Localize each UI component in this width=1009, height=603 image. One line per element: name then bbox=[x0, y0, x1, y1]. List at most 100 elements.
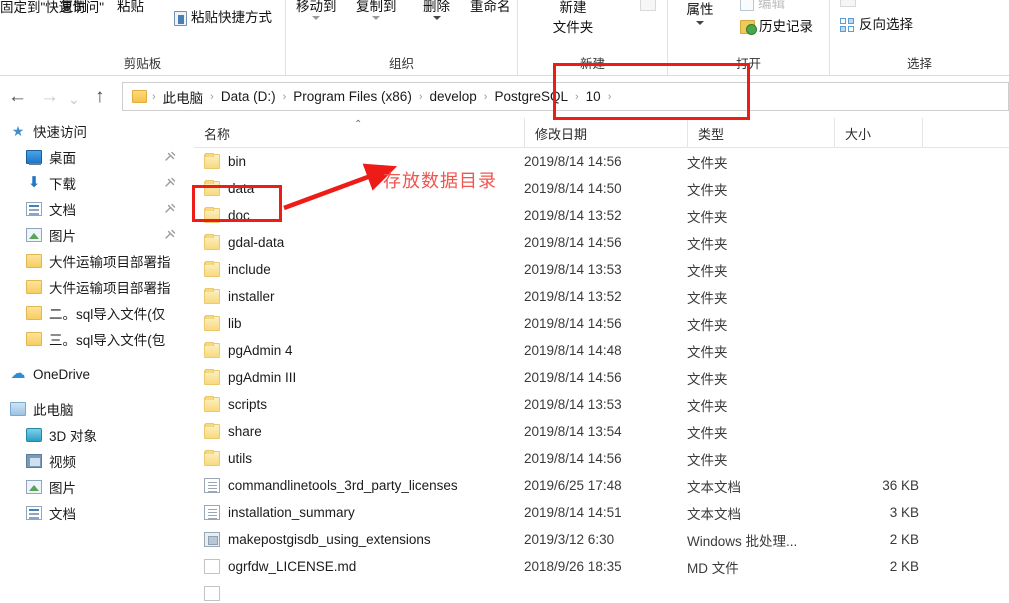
table-row[interactable]: commandlinetools_3rd_party_licenses 2019/… bbox=[194, 472, 1009, 499]
documents-icon bbox=[26, 506, 42, 520]
ribbon-group-label-organize: 组织 bbox=[388, 57, 414, 71]
breadcrumb-separator: › bbox=[483, 90, 488, 103]
chevron-down-icon[interactable] bbox=[696, 21, 704, 25]
ribbon-group-clipboard: 固定到"快速访问" 复制 粘贴 粘贴快捷方式 剪贴板 bbox=[0, 0, 286, 75]
ribbon-delete[interactable]: 删除 bbox=[423, 0, 450, 20]
folder-icon bbox=[204, 342, 220, 358]
table-row[interactable]: pgAdmin III 2019/8/14 14:56 文件夹 bbox=[194, 364, 1009, 391]
breadcrumb-item-data-d[interactable]: Data (D:) bbox=[217, 89, 280, 104]
folder-icon bbox=[204, 180, 220, 196]
column-header-size[interactable]: 大小 bbox=[834, 118, 922, 148]
table-row[interactable]: ogrfdw_LICENSE.md 2018/9/26 18:35 MD 文件 2 K… bbox=[194, 553, 1009, 580]
table-row[interactable]: installer 2019/8/14 13:52 文件夹 bbox=[194, 283, 1009, 310]
folder-icon bbox=[26, 280, 42, 294]
sidebar-item-label: 大件运输项目部署指 bbox=[49, 281, 171, 296]
ribbon-copy[interactable]: 复制 bbox=[60, 0, 87, 15]
table-row[interactable]: pgAdmin 4 2019/8/14 14:48 文件夹 bbox=[194, 337, 1009, 364]
file-name-cell: installation_summary bbox=[204, 499, 519, 526]
table-row[interactable]: doc 2019/8/14 13:52 文件夹 bbox=[194, 202, 1009, 229]
ribbon-move-to[interactable]: 移动到 bbox=[296, 0, 337, 20]
ribbon-history[interactable]: 历史记录 bbox=[740, 18, 813, 36]
ribbon-invert-selection[interactable]: 反向选择 bbox=[840, 16, 913, 33]
table-row[interactable]: gdal-data 2019/8/14 14:56 文件夹 bbox=[194, 229, 1009, 256]
pin-icon[interactable] bbox=[164, 151, 176, 163]
breadcrumb-item-postgresql[interactable]: PostgreSQL bbox=[490, 89, 572, 104]
file-size-cell bbox=[834, 175, 919, 202]
ribbon-copy-to[interactable]: 复制到 bbox=[356, 0, 397, 20]
table-row[interactable]: installation_summary 2019/8/14 14:51 文本文档 3… bbox=[194, 499, 1009, 526]
sidebar-item-1[interactable]: 桌面 bbox=[0, 144, 194, 170]
ribbon-paste[interactable]: 粘贴 bbox=[117, 0, 144, 15]
forward-button[interactable]: → bbox=[40, 87, 59, 106]
file-type-cell: 文件夹 bbox=[687, 398, 728, 414]
back-button[interactable]: ← bbox=[8, 87, 27, 106]
sidebar-item-label: 文档 bbox=[49, 203, 76, 218]
file-type-cell: Windows 批处理... bbox=[687, 533, 798, 549]
file-type-cell: 文件夹 bbox=[687, 236, 728, 252]
column-header-spacer bbox=[922, 118, 1009, 148]
ribbon-properties[interactable]: 属性 bbox=[676, 0, 724, 25]
breadcrumb-separator: › bbox=[418, 90, 423, 103]
column-header-type[interactable]: 类型 bbox=[687, 118, 834, 148]
breadcrumb-separator: › bbox=[282, 90, 287, 103]
sidebar-item-13[interactable]: 图片 bbox=[0, 474, 194, 500]
chevron-down-icon[interactable] bbox=[432, 16, 441, 20]
move-to-label: 移动到 bbox=[296, 0, 337, 14]
sidebar-item-12[interactable]: 视频 bbox=[0, 448, 194, 474]
ribbon-group-new: 新建 文件夹 新建 bbox=[518, 0, 668, 75]
column-header-name[interactable]: 名称 ⌃ bbox=[194, 118, 524, 148]
sidebar-item-8[interactable]: 三。sql导入文件(包 bbox=[0, 326, 194, 352]
column-header-date[interactable]: 修改日期 bbox=[524, 118, 687, 148]
sidebar-item-10[interactable]: 此电脑 bbox=[0, 396, 194, 422]
file-name-cell: pgAdmin III bbox=[204, 364, 519, 391]
file-size-cell bbox=[834, 310, 919, 337]
breadcrumb-item-develop[interactable]: develop bbox=[425, 89, 480, 104]
breadcrumb-separator[interactable]: › bbox=[605, 91, 615, 103]
table-row[interactable]: include 2019/8/14 13:53 文件夹 bbox=[194, 256, 1009, 283]
table-row[interactable]: scripts 2019/8/14 13:53 文件夹 bbox=[194, 391, 1009, 418]
sidebar-item-2[interactable]: ⬇ 下载 bbox=[0, 170, 194, 196]
ribbon-edit[interactable]: 编辑 bbox=[740, 0, 785, 12]
table-row[interactable]: bin 2019/8/14 14:56 文件夹 bbox=[194, 148, 1009, 175]
sidebar-item-6[interactable]: 大件运输项目部署指 bbox=[0, 274, 194, 300]
table-row[interactable]: data 2019/8/14 14:50 文件夹 bbox=[194, 175, 1009, 202]
table-row[interactable] bbox=[194, 580, 1009, 603]
table-row[interactable]: makepostgisdb_using_extensions 2019/3/12 … bbox=[194, 526, 1009, 553]
sidebar-item-14[interactable]: 文档 bbox=[0, 500, 194, 526]
table-row[interactable]: lib 2019/8/14 14:56 文件夹 bbox=[194, 310, 1009, 337]
chevron-down-icon[interactable] bbox=[312, 16, 321, 20]
sidebar-item-7[interactable]: 二。sql导入文件(仅 bbox=[0, 300, 194, 326]
ribbon-rename[interactable]: 重命名 bbox=[470, 0, 511, 15]
recent-locations-button[interactable]: ⌄ bbox=[68, 90, 80, 109]
file-date-cell: 2019/8/14 14:56 bbox=[524, 154, 622, 169]
ribbon-group-organize: 移动到 复制到 删除 重命名 组织 bbox=[286, 0, 518, 75]
sidebar-item-0[interactable]: ★ 快速访问 bbox=[0, 118, 194, 144]
ribbon-new-folder[interactable]: 新建 文件夹 bbox=[518, 0, 628, 38]
table-row[interactable]: share 2019/8/14 13:54 文件夹 bbox=[194, 418, 1009, 445]
file-size-cell bbox=[834, 256, 919, 283]
file-name-label: gdal-data bbox=[228, 235, 285, 250]
sidebar-item-4[interactable]: 图片 bbox=[0, 222, 194, 248]
pin-icon[interactable] bbox=[164, 177, 176, 189]
folder-icon bbox=[204, 288, 220, 304]
pin-icon[interactable] bbox=[164, 203, 176, 215]
ribbon-paste-shortcut[interactable]: 粘贴快捷方式 bbox=[174, 9, 272, 26]
breadcrumb-item-this-pc[interactable]: 此电脑 bbox=[159, 87, 208, 107]
up-button[interactable]: ↑ bbox=[95, 87, 105, 106]
file-size-cell bbox=[834, 391, 919, 418]
pin-icon[interactable] bbox=[164, 229, 176, 241]
sidebar-item-5[interactable]: 大件运输项目部署指 bbox=[0, 248, 194, 274]
file-size-cell bbox=[834, 580, 919, 603]
sidebar-item-9[interactable]: ☁ OneDrive bbox=[0, 361, 194, 387]
file-name-label: pgAdmin 4 bbox=[228, 343, 293, 358]
table-row[interactable]: utils 2019/8/14 14:56 文件夹 bbox=[194, 445, 1009, 472]
file-name-label: makepostgisdb_using_extensions bbox=[228, 532, 431, 547]
sidebar-item-11[interactable]: 3D 对象 bbox=[0, 422, 194, 448]
breadcrumb-item-program-files[interactable]: Program Files (x86) bbox=[289, 89, 416, 104]
select-all-icon[interactable] bbox=[840, 0, 856, 7]
new-item-icon[interactable] bbox=[640, 0, 656, 11]
breadcrumb-item-10[interactable]: 10 bbox=[582, 89, 605, 104]
file-name-label: bin bbox=[228, 154, 247, 169]
sidebar-item-3[interactable]: 文档 bbox=[0, 196, 194, 222]
chevron-down-icon[interactable] bbox=[372, 16, 381, 20]
